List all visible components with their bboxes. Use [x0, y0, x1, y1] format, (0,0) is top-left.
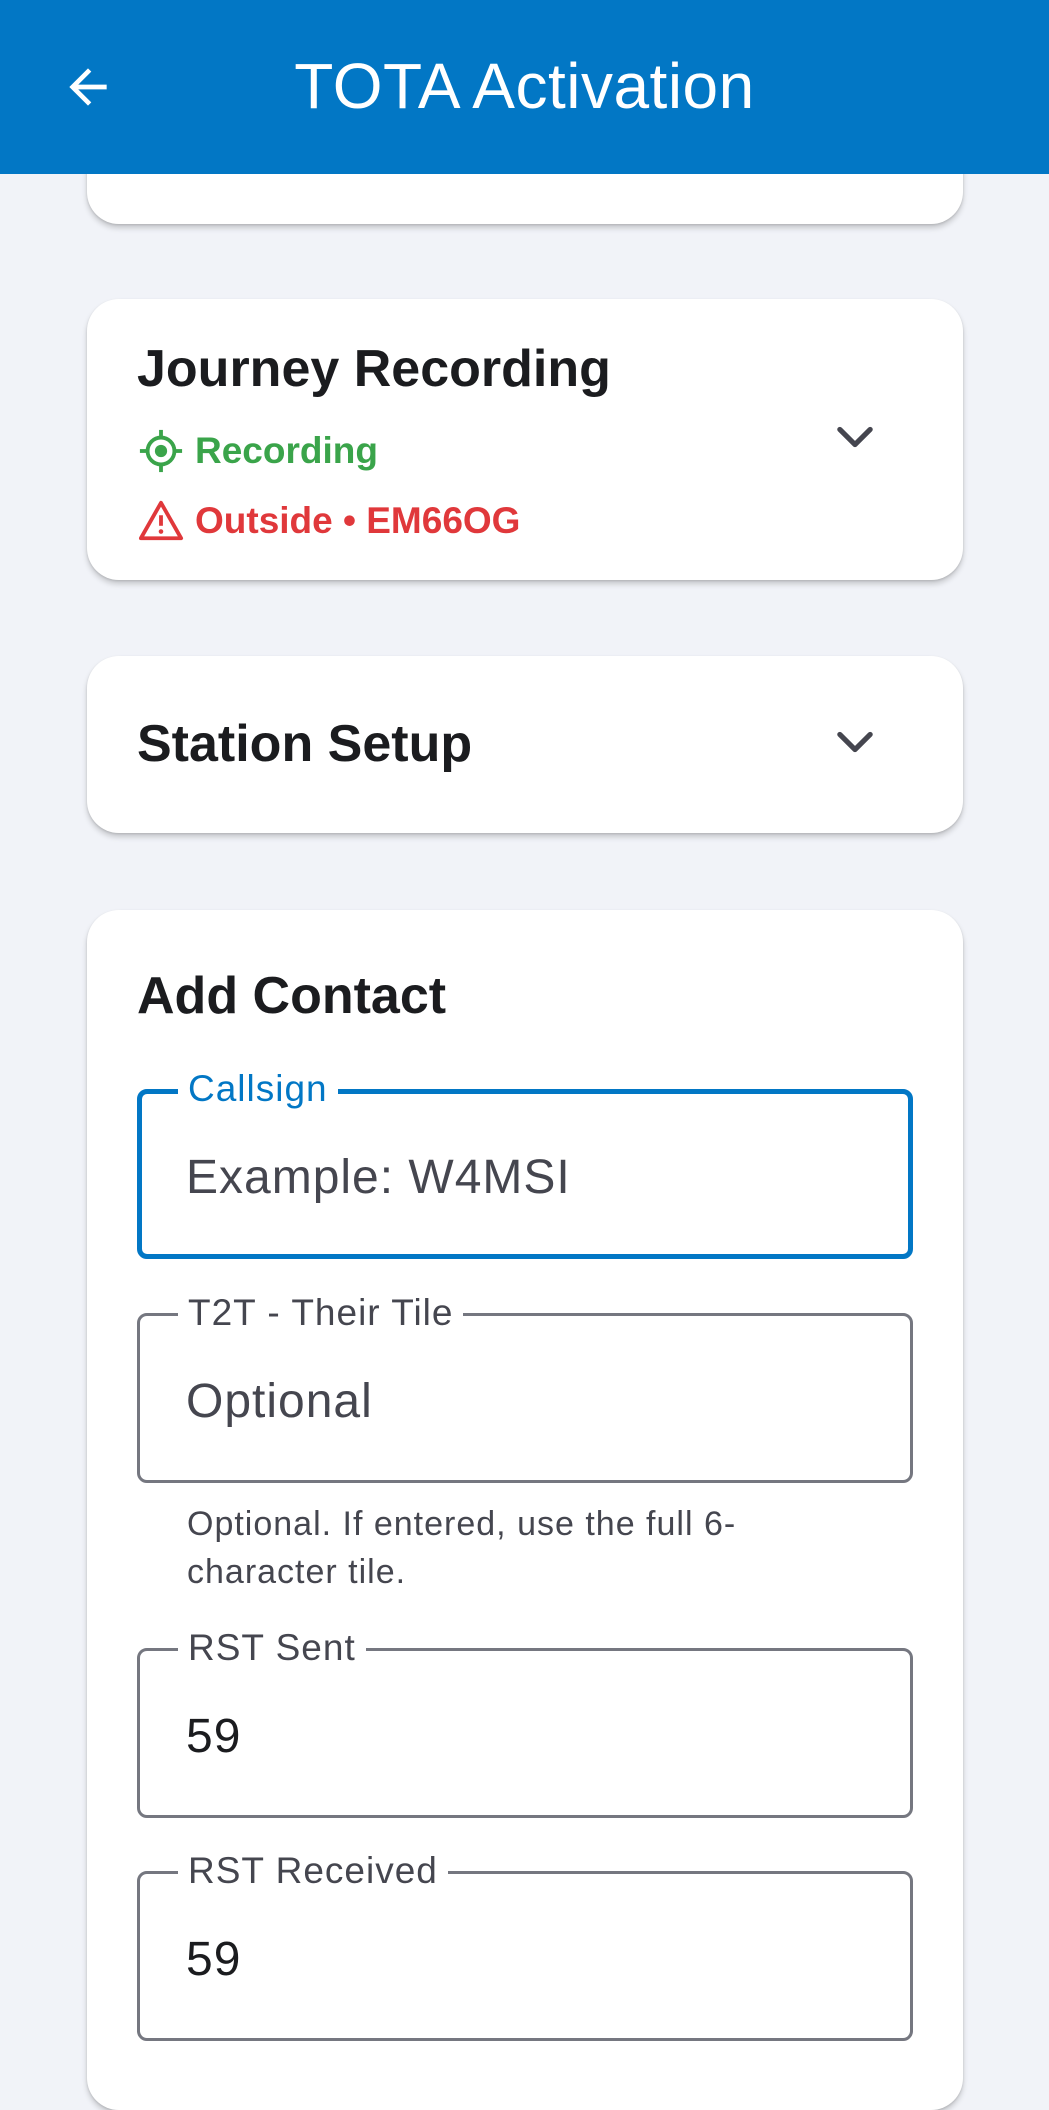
rst-sent-label: RST Sent	[178, 1625, 366, 1671]
add-contact-card: Add Contact Callsign T2T - Their Tile Op…	[87, 910, 963, 2110]
recording-status-label: Recording	[195, 430, 378, 471]
rst-received-input[interactable]	[186, 1924, 866, 1994]
their-tile-input[interactable]	[186, 1366, 866, 1436]
recording-status: Recording	[137, 427, 378, 475]
station-setup-title: Station Setup	[137, 715, 473, 773]
journey-recording-card[interactable]: Journey Recording Recording Outside • EM…	[87, 299, 963, 580]
chevron-down-icon	[829, 716, 881, 773]
chevron-down-icon	[829, 411, 881, 468]
rst-received-field[interactable]: RST Received	[137, 1848, 913, 2041]
page-title: TOTA Activation	[294, 50, 755, 122]
gps-target-icon	[137, 427, 185, 475]
station-expand-button[interactable]	[827, 716, 883, 772]
journey-recording-title: Journey Recording	[137, 340, 611, 398]
add-contact-title: Add Contact	[137, 967, 447, 1025]
callsign-input[interactable]	[186, 1142, 866, 1212]
rst-received-label: RST Received	[178, 1848, 448, 1894]
their-tile-label: T2T - Their Tile	[178, 1290, 464, 1336]
station-setup-card[interactable]: Station Setup	[87, 656, 963, 833]
their-tile-helper-text: Optional. If entered, use the full 6-cha…	[187, 1505, 737, 1591]
callsign-field[interactable]: Callsign	[137, 1066, 913, 1259]
app-bar: TOTA Activation	[0, 0, 1049, 174]
rst-sent-field[interactable]: RST Sent	[137, 1625, 913, 1818]
callsign-label: Callsign	[178, 1066, 338, 1112]
location-status: Outside • EM66OG	[137, 497, 520, 545]
their-tile-field[interactable]: T2T - Their Tile	[137, 1290, 913, 1483]
rst-sent-input[interactable]	[186, 1701, 866, 1771]
location-status-label: Outside • EM66OG	[195, 500, 521, 541]
warning-icon	[137, 497, 185, 545]
journey-expand-button[interactable]	[827, 411, 883, 467]
